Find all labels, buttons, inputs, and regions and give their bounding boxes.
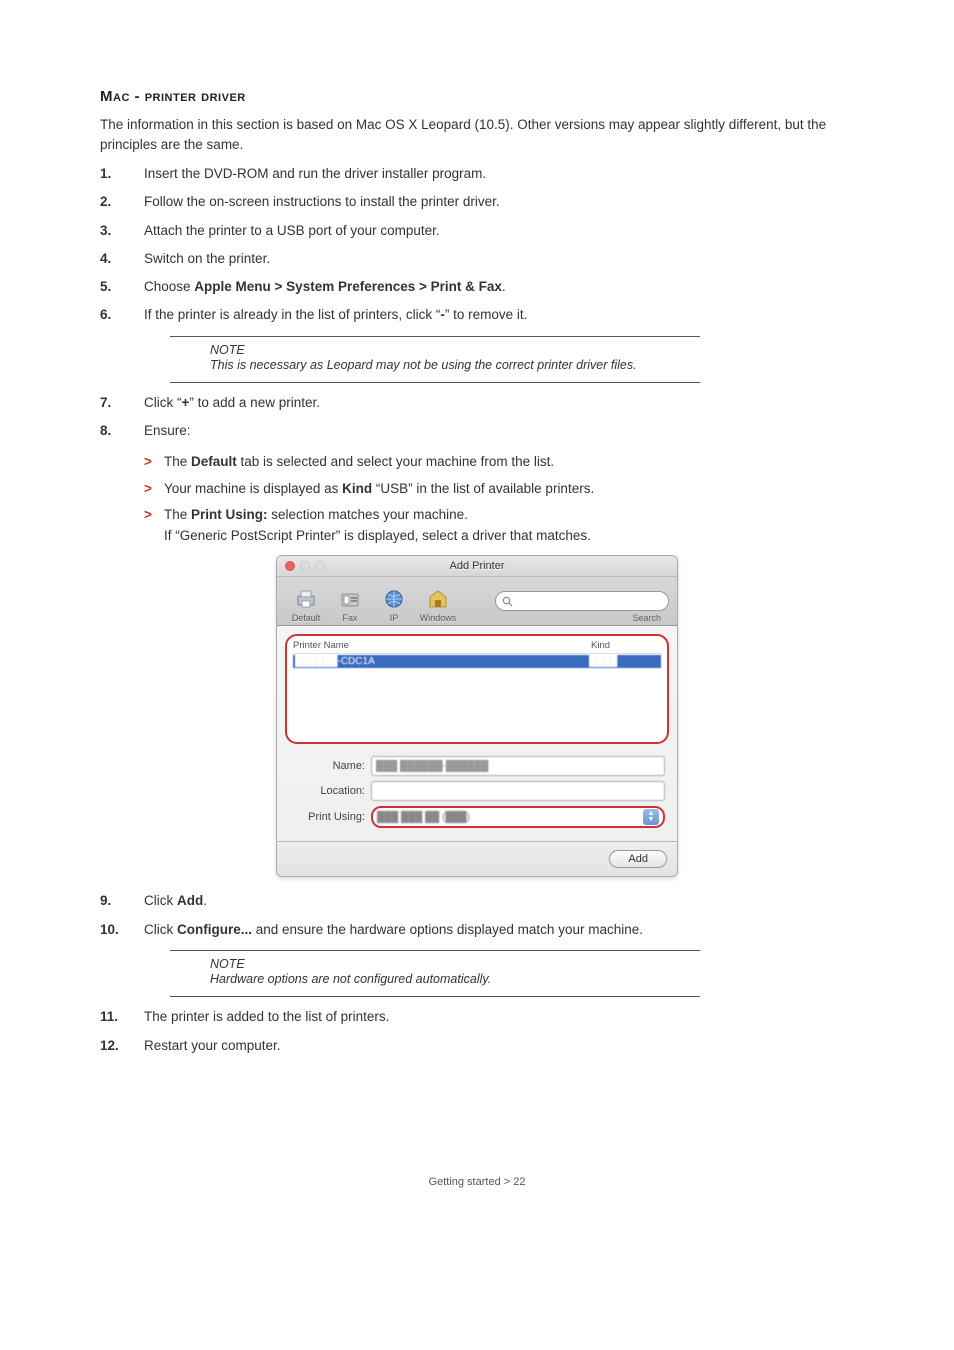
note-text: This is necessary as Leopard may not be … bbox=[210, 357, 700, 375]
sub-text: The Default tab is selected and select y… bbox=[164, 452, 854, 473]
step-text: Click “+” to add a new printer. bbox=[144, 393, 854, 413]
tab-windows[interactable]: Windows bbox=[417, 587, 459, 623]
select-arrows-icon: ▲▼ bbox=[643, 809, 659, 825]
list-header: Printer Name Kind bbox=[293, 640, 661, 654]
tab-label: Fax bbox=[342, 613, 357, 623]
form-label-location: Location: bbox=[289, 785, 371, 797]
printer-list-highlight: Printer Name Kind ██████-CDC1A ████ bbox=[285, 634, 669, 744]
steps-list-cont2: 9. Click Add. 10. Click Configure... and… bbox=[100, 891, 854, 940]
sub-bullet: > The Print Using: selection matches you… bbox=[144, 505, 854, 547]
step-text: Insert the DVD-ROM and run the driver in… bbox=[144, 164, 854, 184]
step-text: If the printer is already in the list of… bbox=[144, 305, 854, 325]
dialog-titlebar: Add Printer bbox=[277, 556, 677, 577]
step-1: 1. Insert the DVD-ROM and run the driver… bbox=[100, 164, 854, 184]
search-icon bbox=[502, 596, 513, 607]
steps-list: 1. Insert the DVD-ROM and run the driver… bbox=[100, 164, 854, 326]
tab-label: Windows bbox=[420, 613, 457, 623]
house-icon bbox=[425, 587, 451, 611]
step-text: Ensure: bbox=[144, 421, 854, 441]
step-number: 7. bbox=[100, 393, 144, 413]
add-button[interactable]: Add bbox=[609, 850, 667, 868]
step-text: Click Add. bbox=[144, 891, 854, 911]
tab-ip[interactable]: IP bbox=[373, 587, 415, 623]
steps-list-cont: 7. Click “+” to add a new printer. 8. En… bbox=[100, 393, 854, 442]
note-block: NOTE This is necessary as Leopard may no… bbox=[170, 336, 700, 384]
fax-icon bbox=[337, 587, 363, 611]
col-header-name: Printer Name bbox=[293, 640, 591, 651]
step-10: 10. Click Configure... and ensure the ha… bbox=[100, 920, 854, 940]
step-11: 11. The printer is added to the list of … bbox=[100, 1007, 854, 1027]
step-5: 5. Choose Apple Menu > System Preference… bbox=[100, 277, 854, 297]
step-4: 4. Switch on the printer. bbox=[100, 249, 854, 269]
step-text: Follow the on-screen instructions to ins… bbox=[144, 192, 854, 212]
note-label: NOTE bbox=[210, 957, 700, 971]
form-label-print-using: Print Using: bbox=[289, 811, 371, 823]
note-block: NOTE Hardware options are not configured… bbox=[170, 950, 700, 998]
dialog-footer: Add bbox=[277, 841, 677, 876]
step-text: The printer is added to the list of prin… bbox=[144, 1007, 854, 1027]
dialog-toolbar: Default Fax IP bbox=[277, 577, 677, 626]
print-using-select-highlight[interactable]: ███ ███ ██ (███) ▲▼ bbox=[371, 806, 665, 828]
search-input[interactable] bbox=[495, 591, 669, 611]
step-number: 6. bbox=[100, 305, 144, 325]
search-label: Search bbox=[461, 613, 669, 623]
col-header-kind: Kind bbox=[591, 640, 661, 651]
step-number: 12. bbox=[100, 1036, 144, 1056]
globe-icon bbox=[381, 587, 407, 611]
step-number: 1. bbox=[100, 164, 144, 184]
step-7: 7. Click “+” to add a new printer. bbox=[100, 393, 854, 413]
sub-bullet: > The Default tab is selected and select… bbox=[144, 452, 854, 473]
step-text: Attach the printer to a USB port of your… bbox=[144, 221, 854, 241]
location-input[interactable] bbox=[371, 781, 665, 801]
screenshot-container: Add Printer Default Fax bbox=[100, 555, 854, 877]
chevron-icon: > bbox=[144, 479, 164, 500]
dialog-title: Add Printer bbox=[277, 560, 677, 572]
note-label: NOTE bbox=[210, 343, 700, 357]
section-heading: Mac - printer driver bbox=[100, 88, 854, 105]
form-row-name: Name: ███ ██████-██████ bbox=[289, 756, 665, 776]
page-footer: Getting started > 22 bbox=[100, 1176, 854, 1188]
chevron-icon: > bbox=[144, 452, 164, 473]
document-page: Mac - printer driver The information in … bbox=[0, 0, 954, 1248]
step-number: 8. bbox=[100, 421, 144, 441]
step-8: 8. Ensure: bbox=[100, 421, 854, 441]
step-text: Click Configure... and ensure the hardwa… bbox=[144, 920, 854, 940]
step-9: 9. Click Add. bbox=[100, 891, 854, 911]
step-number: 5. bbox=[100, 277, 144, 297]
form-row-location: Location: bbox=[289, 781, 665, 801]
step-number: 4. bbox=[100, 249, 144, 269]
sub-text: The Print Using: selection matches your … bbox=[164, 505, 854, 547]
toolbar-search: Search bbox=[461, 591, 669, 623]
step-12: 12. Restart your computer. bbox=[100, 1036, 854, 1056]
tab-default[interactable]: Default bbox=[285, 587, 327, 623]
step-number: 3. bbox=[100, 221, 144, 241]
sub-bullet: > Your machine is displayed as Kind “USB… bbox=[144, 479, 854, 500]
chevron-icon: > bbox=[144, 505, 164, 547]
printer-icon bbox=[293, 587, 319, 611]
intro-paragraph: The information in this section is based… bbox=[100, 115, 854, 154]
step-number: 10. bbox=[100, 920, 144, 940]
form-area: Name: ███ ██████-██████ Location: Print … bbox=[277, 752, 677, 841]
step-text: Switch on the printer. bbox=[144, 249, 854, 269]
note-text: Hardware options are not configured auto… bbox=[210, 971, 700, 989]
sub-text: Your machine is displayed as Kind “USB” … bbox=[164, 479, 854, 500]
step-number: 2. bbox=[100, 192, 144, 212]
steps-list-cont3: 11. The printer is added to the list of … bbox=[100, 1007, 854, 1056]
form-label-name: Name: bbox=[289, 760, 371, 772]
step-text: Restart your computer. bbox=[144, 1036, 854, 1056]
step-6: 6. If the printer is already in the list… bbox=[100, 305, 854, 325]
step-number: 9. bbox=[100, 891, 144, 911]
tab-fax[interactable]: Fax bbox=[329, 587, 371, 623]
printer-list-row-selected[interactable]: ██████-CDC1A ████ bbox=[293, 655, 661, 668]
tab-label: IP bbox=[390, 613, 399, 623]
step-8-sublist: > The Default tab is selected and select… bbox=[144, 452, 854, 548]
name-input[interactable]: ███ ██████-██████ bbox=[371, 756, 665, 776]
step-number: 11. bbox=[100, 1007, 144, 1027]
step-text: Choose Apple Menu > System Preferences >… bbox=[144, 277, 854, 297]
add-printer-dialog: Add Printer Default Fax bbox=[276, 555, 678, 877]
form-row-print-using: Print Using: ███ ███ ██ (███) ▲▼ bbox=[289, 806, 665, 828]
step-2: 2. Follow the on-screen instructions to … bbox=[100, 192, 854, 212]
tab-label: Default bbox=[292, 613, 321, 623]
step-3: 3. Attach the printer to a USB port of y… bbox=[100, 221, 854, 241]
